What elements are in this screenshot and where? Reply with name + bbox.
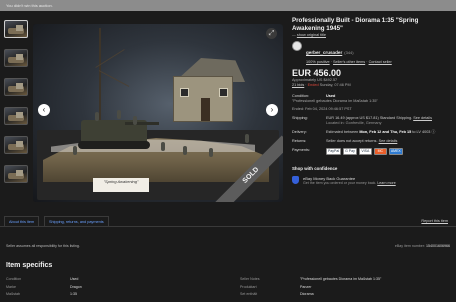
item-summary: Professionally Built - Diorama 1:35 "Spr… (292, 17, 452, 185)
info-icon[interactable]: ⓘ (431, 130, 435, 134)
item-location: Located in: Gonfreville, Germany (326, 121, 382, 125)
tab-about-item[interactable]: About this item (4, 216, 40, 226)
ended-date: Sunday, 07:46 PM (319, 83, 351, 87)
delivery-pre: Estimated between (326, 130, 359, 134)
figure (161, 142, 165, 151)
seller-name-link[interactable]: gerber_crusader (306, 50, 342, 55)
figure (183, 146, 187, 155)
delivery-post: to LV 4003 (412, 130, 431, 134)
seller-feedback-count: (344) (344, 50, 354, 55)
item-specifics-table: Condition Used Seller Notes "Professionell… (6, 276, 452, 299)
shop-confidence-section: Shop with confidence eBay Money Back Gua… (292, 166, 452, 185)
item-specifics-title: Item specifics (6, 262, 53, 269)
condition-value: Used (326, 94, 336, 98)
main-product-image[interactable]: "Spring Awakening" SOLD ‹ › ⤢ (33, 24, 283, 202)
show-original-title-link[interactable]: show original title (297, 33, 326, 37)
spec-label: Marke (6, 284, 16, 289)
shield-icon (292, 176, 299, 184)
tab-shipping-returns-payments[interactable]: Shipping, returns, and payments (44, 216, 109, 226)
spec-label: Condition (6, 277, 22, 281)
shipping-label: Shipping: (292, 116, 308, 120)
figure (117, 110, 121, 119)
payments-row: Payments: PayPal G Pay VISA MC AMEX (292, 148, 452, 155)
house-door (201, 98, 210, 121)
item-tabs: About this item Shipping, returns, and p… (0, 213, 456, 227)
shipping-details-link[interactable]: See details (413, 116, 432, 120)
thumbnail-5[interactable] (4, 136, 28, 154)
thumbnail-6[interactable] (4, 165, 28, 183)
responsibility-note: Seller assumes all responsibility for th… (6, 244, 80, 248)
confidence-header: Shop with confidence (292, 166, 338, 171)
returns-details-link[interactable]: See details (379, 139, 398, 143)
previous-image-button[interactable]: ‹ (38, 104, 50, 116)
googlepay-icon: G Pay (343, 148, 357, 155)
returns-label: Returns: (292, 139, 307, 143)
seller-avatar[interactable] (292, 41, 302, 51)
contact-seller-link[interactable]: Contact seller (369, 60, 392, 64)
item-number: eBay item number: 154001606966 (395, 244, 450, 248)
item-number-value: 154001606966 (426, 244, 450, 248)
amex-icon: AMEX (388, 148, 403, 155)
spec-value: 1:35 (70, 292, 77, 296)
spec-label: Maßstab (6, 292, 20, 296)
mastercard-icon: MC (373, 148, 387, 155)
shipping-row: Shipping: EUR 16.49 (approx US $17.81) S… (292, 116, 452, 126)
house-window (180, 88, 189, 97)
paypal-icon: PayPal (326, 148, 342, 155)
house-window (219, 88, 228, 97)
delivery-row: Delivery: Estimated between Mon, Feb 12 … (292, 130, 452, 135)
seller-other-items-link[interactable]: Seller's other items (333, 60, 365, 64)
item-price: EUR 456.00 (292, 68, 342, 78)
shipping-value: EUR 16.49 (approx US $17.81) Standard Sh… (326, 116, 413, 120)
spec-label: Produktart (240, 284, 257, 289)
spec-label: Seller Notes (240, 277, 260, 281)
specifics-row: Condition Used Seller Notes "Professionell… (6, 276, 452, 284)
seller-positive-link[interactable]: 100% positive (306, 60, 330, 64)
learn-more-link[interactable]: Learn more (377, 181, 395, 185)
item-number-label: eBay item number: (394, 244, 426, 248)
returns-value: Seller does not accept returns. (326, 139, 378, 143)
figure (245, 134, 249, 143)
money-back-guarantee: eBay Money Back Guarantee Get the item y… (292, 176, 452, 185)
seller-card: gerber_crusader (344) 100% positive · Sel… (292, 41, 452, 65)
item-title: Professionally Built - Diorama 1:35 "Spr… (292, 17, 419, 32)
spec-value: Diorama (300, 292, 314, 296)
spec-value: Used (70, 277, 79, 281)
figure (209, 148, 213, 157)
spec-value: "Professionell gebautes Diorama im Maßst… (300, 277, 382, 281)
figure (133, 116, 137, 125)
thumbnail-3[interactable] (4, 78, 28, 96)
figure (73, 146, 77, 155)
specifics-row: Marke Dragon Produktart Panzer (6, 284, 452, 292)
diorama-tank (78, 120, 159, 149)
figure (95, 112, 99, 121)
spec-label: Set enthält (240, 292, 258, 296)
condition-note: "Professionell gebautes Diorama im Maßst… (292, 99, 378, 103)
delivery-dates: Mon, Feb 12 and Thu, Feb 15 (359, 130, 412, 134)
original-title-row: — show original title (292, 33, 326, 37)
thumbnail-2[interactable] (4, 49, 28, 67)
guarantee-desc: Get the item you ordered or your money b… (303, 181, 377, 185)
ended-label: Ended (307, 83, 319, 87)
bid-count-link[interactable]: 21 bids (292, 83, 304, 87)
returns-row: Returns: Seller does not accept returns.… (292, 139, 452, 144)
thumbnail-4[interactable] (4, 107, 28, 125)
auction-result-banner: You didn't win this auction. (0, 0, 456, 11)
thumbnail-strip (4, 20, 30, 194)
expand-icon[interactable]: ⤢ (266, 28, 277, 39)
payments-label: Payments: (292, 148, 310, 152)
next-image-button[interactable]: › (266, 104, 278, 116)
visa-icon: VISA (358, 148, 372, 155)
spec-value: Dragon (70, 284, 82, 289)
report-item-link[interactable]: Report this item (421, 216, 448, 226)
delivery-label: Delivery: (292, 130, 307, 134)
specifics-row: Maßstab 1:35 Set enthält Diorama (6, 291, 452, 299)
ended-line: Ended: Feb 04, 2024 09:46:57 PST (292, 107, 352, 111)
diorama-plaque: "Spring Awakening" (93, 178, 149, 192)
thumbnail-1[interactable] (4, 20, 28, 38)
spec-value: Panzer (300, 284, 312, 289)
bid-status: 21 bids · Ended Sunday, 07:46 PM (292, 83, 351, 87)
